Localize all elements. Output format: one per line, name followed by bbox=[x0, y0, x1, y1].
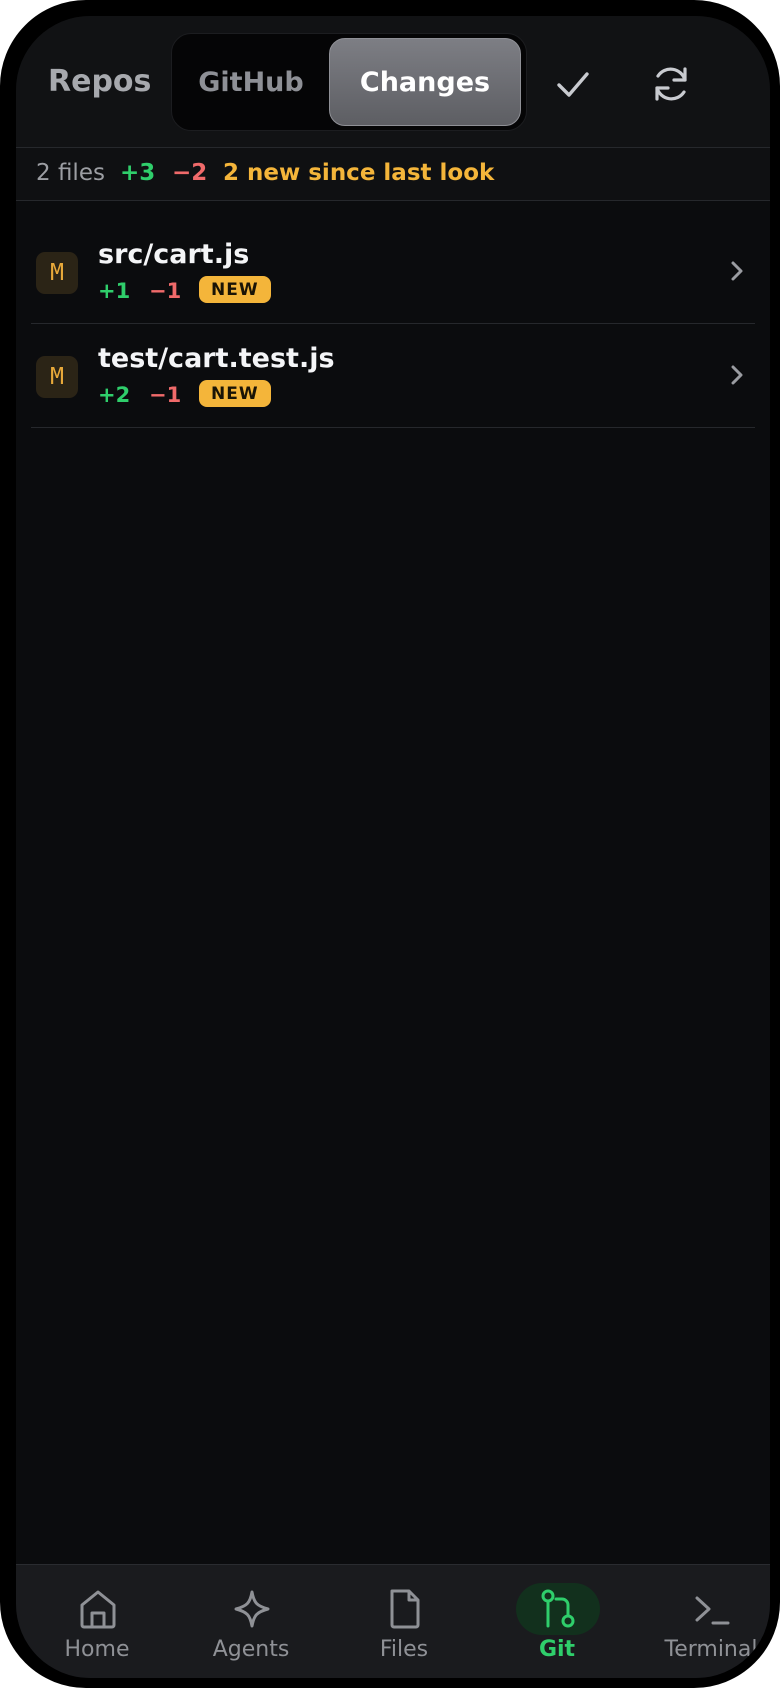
chevron-right-icon bbox=[731, 261, 743, 281]
bottom-nav: Home Agents Files Git Terminal bbox=[16, 1564, 770, 1678]
nav-git-label: Git bbox=[538, 1637, 576, 1662]
modified-status-badge: M bbox=[36, 356, 78, 398]
nav-home-label: Home bbox=[64, 1637, 130, 1662]
file-row[interactable]: M src/cart.js +1 −1 NEW bbox=[31, 219, 755, 324]
total-additions: +3 bbox=[120, 160, 156, 186]
nav-files[interactable]: Files bbox=[329, 1565, 479, 1678]
nav-agents-label: Agents bbox=[212, 1637, 290, 1662]
tab-github[interactable]: GitHub bbox=[176, 38, 326, 126]
file-count: 2 files bbox=[36, 160, 105, 186]
tab-changes[interactable]: Changes bbox=[329, 38, 521, 126]
total-deletions: −2 bbox=[172, 160, 208, 186]
file-icon bbox=[390, 1589, 420, 1629]
file-row[interactable]: M test/cart.test.js +2 −1 NEW bbox=[31, 323, 755, 428]
repos-button[interactable]: Repos bbox=[48, 64, 151, 99]
check-icon[interactable] bbox=[549, 60, 597, 108]
top-bar: Repos GitHub Changes bbox=[16, 16, 770, 148]
modified-status-badge: M bbox=[36, 252, 78, 294]
new-badge: NEW bbox=[199, 380, 271, 407]
chevron-right-icon bbox=[731, 365, 743, 385]
changes-summary: 2 files +3 −2 2 new since last look bbox=[16, 148, 770, 201]
terminal-icon bbox=[695, 1596, 730, 1625]
file-path: test/cart.test.js bbox=[98, 343, 335, 374]
view-switcher: GitHub Changes bbox=[171, 33, 527, 131]
file-additions: +1 bbox=[98, 279, 131, 303]
nav-git[interactable]: Git bbox=[482, 1565, 632, 1678]
git-pull-request-icon bbox=[541, 1589, 575, 1628]
file-path: src/cart.js bbox=[98, 239, 250, 270]
nav-files-label: Files bbox=[379, 1637, 429, 1662]
file-deletions: −1 bbox=[149, 279, 182, 303]
new-badge: NEW bbox=[199, 276, 271, 303]
home-icon bbox=[80, 1590, 116, 1629]
new-since-label: 2 new since last look bbox=[223, 160, 495, 186]
nav-terminal-label: Terminal bbox=[664, 1637, 758, 1662]
app-screen: Repos GitHub Changes 2 files +3 −2 2 new… bbox=[16, 16, 770, 1678]
sparkle-icon bbox=[234, 1590, 270, 1628]
refresh-icon[interactable] bbox=[647, 60, 695, 108]
file-deletions: −1 bbox=[149, 383, 182, 407]
nav-home[interactable]: Home bbox=[22, 1565, 172, 1678]
file-additions: +2 bbox=[98, 383, 131, 407]
nav-agents[interactable]: Agents bbox=[176, 1565, 326, 1678]
phone-frame: Repos GitHub Changes 2 files +3 −2 2 new… bbox=[0, 0, 780, 1688]
nav-terminal[interactable]: Terminal bbox=[636, 1565, 770, 1678]
